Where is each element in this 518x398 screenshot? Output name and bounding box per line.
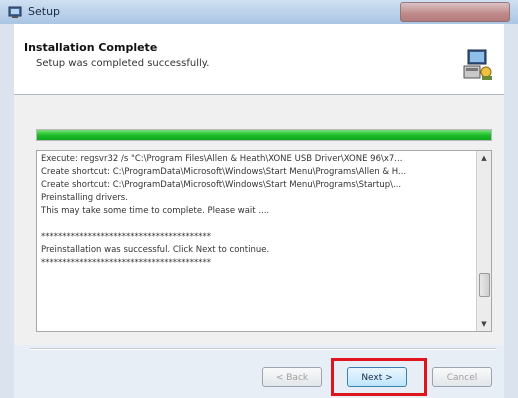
log-line: **************************************** (41, 258, 211, 268)
log-line: This may take some time to complete. Ple… (41, 206, 270, 216)
log-line: Create shortcut: C:\ProgramData\Microsof… (41, 180, 402, 190)
scroll-up-arrow-icon[interactable]: ▲ (477, 151, 491, 165)
window-controls[interactable] (400, 2, 510, 22)
computer-install-icon (463, 49, 492, 80)
scroll-thumb[interactable] (479, 273, 490, 297)
scroll-down-arrow-icon[interactable]: ▼ (477, 317, 491, 331)
window-frame-left (0, 24, 14, 398)
header-title: Installation Complete (24, 41, 158, 54)
back-button[interactable]: < Back (262, 367, 322, 387)
log-line: Execute: regsvr32 /s "C:\Program Files\A… (41, 154, 403, 164)
log-line: **************************************** (41, 232, 211, 242)
window-frame-right (504, 24, 518, 398)
log-line: Preinstalling drivers. (41, 193, 128, 203)
log-scrollbar[interactable]: ▲ ▼ (476, 151, 491, 331)
install-progress-bar (36, 129, 492, 141)
setup-window: Setup Installation Complete Setup was co… (0, 0, 518, 398)
next-button-highlight (331, 358, 427, 396)
log-lines: Execute: regsvr32 /s "C:\Program Files\A… (41, 153, 477, 270)
button-divider (30, 348, 496, 350)
header-subtitle: Setup was completed successfully. (36, 58, 210, 69)
log-line: Create shortcut: C:\ProgramData\Microsof… (41, 167, 407, 177)
title-bar[interactable]: Setup (0, 0, 518, 25)
header-panel: Installation Complete Setup was complete… (14, 24, 504, 95)
log-line: Preinstallation was successful. Click Ne… (41, 245, 270, 255)
progress-fill (37, 130, 491, 140)
cancel-button[interactable]: Cancel (432, 367, 492, 387)
install-log[interactable]: Execute: regsvr32 /s "C:\Program Files\A… (36, 150, 492, 332)
window-title: Setup (28, 5, 61, 18)
setup-icon (8, 6, 22, 18)
